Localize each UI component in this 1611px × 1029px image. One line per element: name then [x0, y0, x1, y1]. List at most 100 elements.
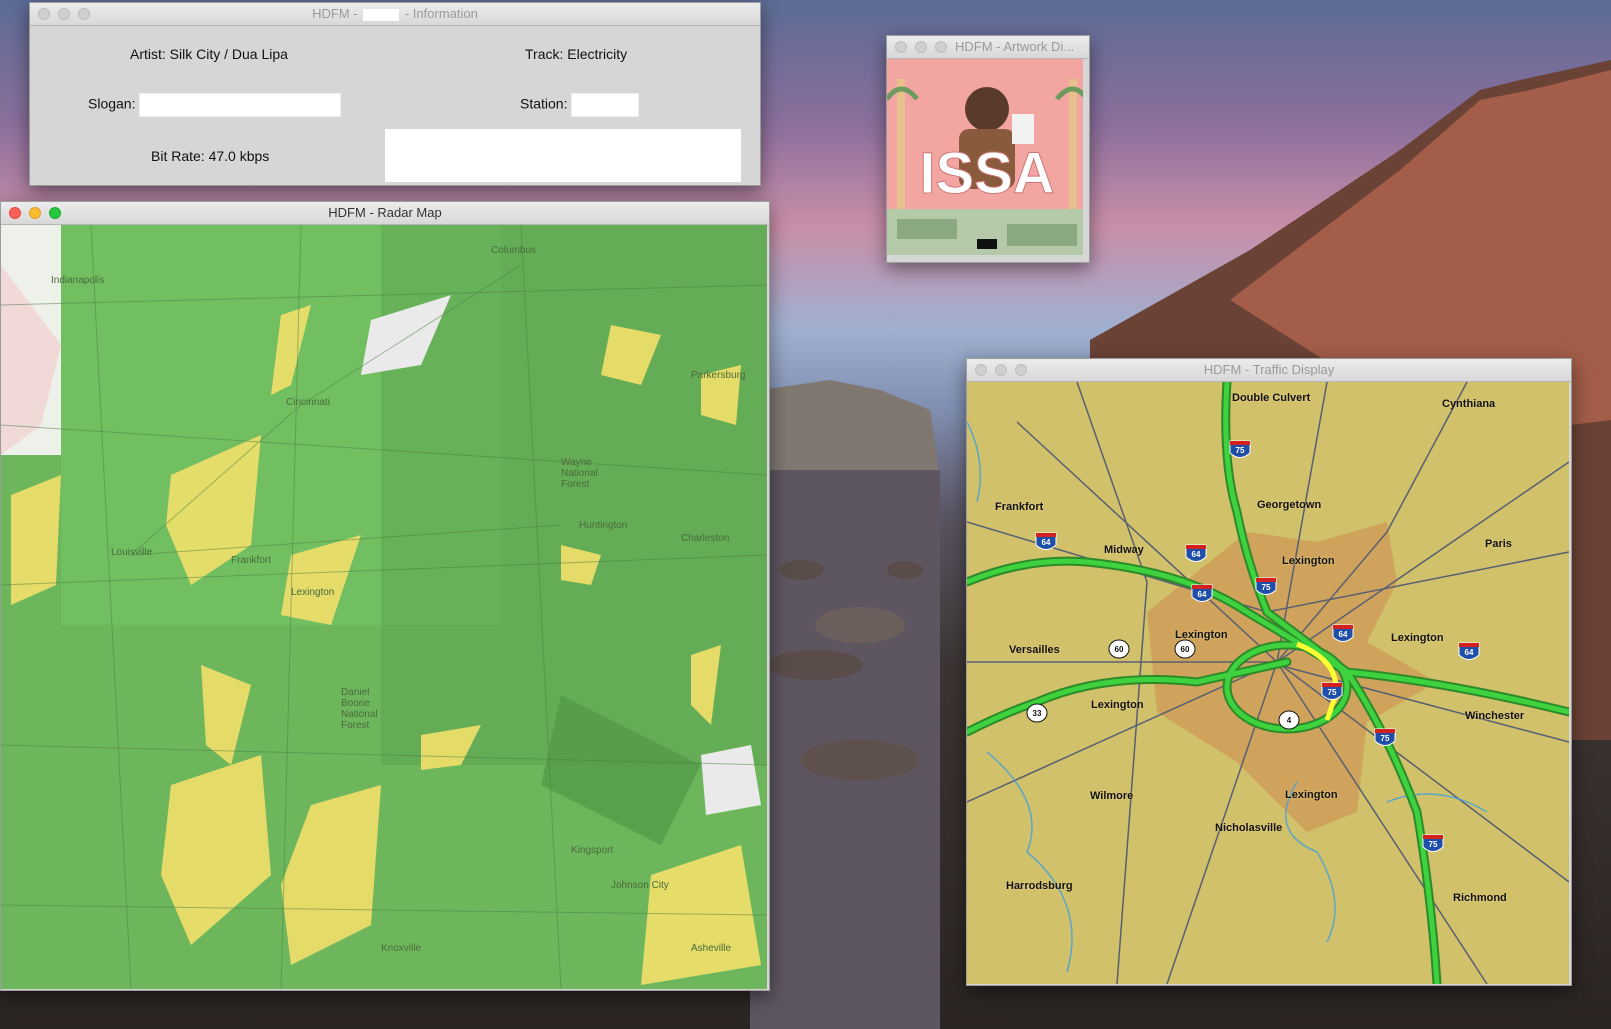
album-title-text: ISSA — [919, 141, 1054, 206]
window-controls — [975, 364, 1027, 376]
place-label: Indianapolis — [51, 275, 105, 286]
place-label: Lexington — [1285, 789, 1338, 801]
traffic-window: HDFM - Traffic Display 75 64 64 64 75 64… — [966, 358, 1572, 986]
window-title: HDFM - - Information — [312, 3, 478, 25]
interstate-shield-icon: 75 — [1229, 440, 1251, 458]
shield-number: 75 — [1328, 688, 1337, 697]
slogan-field — [139, 93, 342, 117]
album-cover-image: ISSA — [887, 59, 1083, 255]
place-label: Lexington — [1391, 632, 1444, 644]
information-window: HDFM - - Information Artist: Silk City /… — [29, 2, 761, 186]
minimize-button[interactable] — [995, 364, 1007, 376]
place-label: Cynthiana — [1442, 398, 1496, 410]
info-blank-panel — [385, 129, 741, 182]
place-label: Wayne National Forest — [561, 457, 598, 490]
place-label: Lexington — [1282, 555, 1335, 567]
station-label: Station: — [520, 95, 568, 112]
radar-overlay — [1, 225, 767, 989]
album-artwork: ISSA — [887, 59, 1083, 255]
zoom-button[interactable] — [78, 8, 90, 20]
minimize-button[interactable] — [29, 207, 41, 219]
track-label: Track: Electricity — [525, 46, 628, 62]
window-controls — [38, 8, 90, 20]
redacted-station-name — [363, 8, 400, 21]
place-label: Wilmore — [1090, 790, 1134, 802]
station-row: Station: — [520, 93, 640, 117]
place-label: Lexington — [291, 587, 335, 598]
place-label: Midway — [1104, 544, 1144, 556]
place-label: Asheville — [691, 943, 732, 954]
place-label: Richmond — [1453, 892, 1507, 904]
window-controls — [9, 207, 61, 219]
information-body: Artist: Silk City / Dua Lipa Track: Elec… — [30, 26, 760, 182]
route-shield-icon: 60 — [1174, 639, 1196, 659]
radar-window: HDFM - Radar Map Indianapolis Columbus C… — [0, 201, 770, 991]
place-label: Louisville — [111, 547, 153, 558]
bitrate-label: Bit Rate: 47.0 kbps — [151, 148, 270, 164]
traffic-titlebar[interactable]: HDFM - Traffic Display — [967, 359, 1571, 382]
place-label: Lexington — [1091, 699, 1144, 711]
place-label: Parkersburg — [691, 370, 746, 381]
close-button[interactable] — [895, 41, 907, 53]
shield-number: 64 — [1339, 630, 1348, 639]
place-label: Johnson City — [611, 880, 669, 891]
interstate-shield-icon: 64 — [1332, 624, 1354, 642]
interstate-shield-icon: 64 — [1035, 532, 1057, 550]
window-title: HDFM - Traffic Display — [1203, 362, 1335, 377]
shield-number: 64 — [1198, 590, 1207, 599]
close-button[interactable] — [38, 8, 50, 20]
place-label: Nicholasville — [1215, 822, 1283, 834]
shield-number: 75 — [1381, 734, 1390, 743]
interstate-shield-icon: 64 — [1458, 642, 1480, 660]
place-label: Cincinnati — [286, 397, 330, 408]
place-label: Columbus — [491, 245, 537, 256]
place-label: Winchester — [1465, 710, 1525, 722]
place-label: Georgetown — [1257, 499, 1322, 511]
place-label: Harrodsburg — [1006, 880, 1073, 892]
interstate-shield-icon: 64 — [1191, 584, 1213, 602]
place-label: Daniel Boone National Forest — [341, 687, 378, 731]
station-field — [571, 93, 640, 117]
zoom-button[interactable] — [935, 41, 947, 53]
interstate-shield-icon: 75 — [1422, 834, 1444, 852]
place-label: Double Culvert — [1232, 392, 1311, 404]
window-controls — [895, 41, 947, 53]
place-label: Versailles — [1009, 644, 1060, 656]
place-label: Frankfort — [231, 555, 272, 566]
shield-number: 75 — [1236, 446, 1245, 455]
shield-number: 60 — [1181, 645, 1190, 654]
radar-map[interactable]: Indianapolis Columbus Cincinnati Louisvi… — [1, 225, 767, 989]
title-suffix: - Information — [401, 6, 478, 21]
shield-number: 33 — [1033, 709, 1042, 718]
traffic-map[interactable]: 75 64 64 64 75 64 60 60 64 75 33 4 75 75 Double Culve… — [967, 382, 1569, 984]
minimize-button[interactable] — [915, 41, 927, 53]
interstate-shield-icon: 75 — [1255, 577, 1277, 595]
place-label: Kingsport — [571, 845, 614, 856]
shield-number: 64 — [1192, 550, 1201, 559]
interstate-shield-icon: 75 — [1321, 682, 1343, 700]
close-button[interactable] — [975, 364, 987, 376]
shield-number: 64 — [1042, 538, 1051, 547]
route-shield-icon: 60 — [1108, 639, 1130, 659]
route-shield-icon: 4 — [1278, 710, 1300, 730]
zoom-button[interactable] — [1015, 364, 1027, 376]
artwork-window: HDFM - Artwork Di... ISSA — [886, 35, 1090, 263]
place-label: Charleston — [681, 533, 730, 544]
interstate-shield-icon: 64 — [1185, 544, 1207, 562]
artwork-titlebar[interactable]: HDFM - Artwork Di... — [887, 36, 1089, 59]
close-button[interactable] — [9, 207, 21, 219]
slogan-row: Slogan: — [88, 93, 342, 117]
information-titlebar[interactable]: HDFM - - Information — [30, 3, 760, 26]
slogan-label: Slogan: — [88, 95, 136, 112]
place-label: Frankfort — [995, 501, 1044, 513]
shield-number: 4 — [1287, 716, 1292, 725]
title-prefix: HDFM - — [312, 6, 362, 21]
place-label: Knoxville — [381, 943, 422, 954]
place-label: Paris — [1485, 538, 1512, 550]
zoom-button[interactable] — [49, 207, 61, 219]
place-label: Lexington — [1175, 629, 1228, 641]
minimize-button[interactable] — [58, 8, 70, 20]
artist-label: Artist: Silk City / Dua Lipa — [130, 46, 288, 62]
shield-number: 75 — [1429, 840, 1438, 849]
radar-titlebar[interactable]: HDFM - Radar Map — [1, 202, 769, 225]
